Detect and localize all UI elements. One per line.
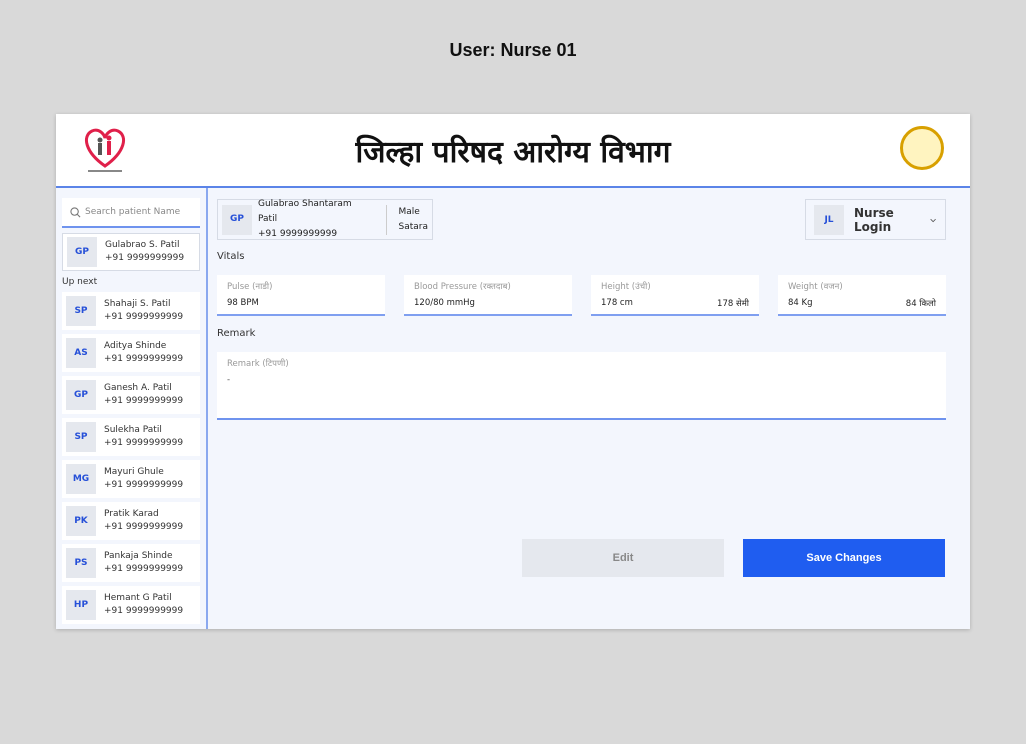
avatar: GP <box>222 204 252 235</box>
patient-name: Pratik Karad <box>104 509 159 519</box>
avatar: SP <box>66 296 96 326</box>
avatar: PS <box>66 548 96 578</box>
vital-value: 98 BPM <box>227 298 259 308</box>
patient-phone: +91 9999999999 <box>104 354 184 364</box>
current-patient-card[interactable]: GP Gulabrao S. Patil +91 9999999999 <box>62 233 200 271</box>
patient-name: Hemant G Patil <box>104 593 172 603</box>
search-input[interactable]: Search patient Name <box>62 198 200 228</box>
search-placeholder: Search patient Name <box>85 207 181 217</box>
avatar: HP <box>66 590 96 620</box>
remark-value: - <box>227 375 231 385</box>
app-window: जिल्हा परिषद आरोग्य विभाग Search patient… <box>56 114 970 629</box>
patient-gender: Male <box>398 206 420 217</box>
save-changes-button[interactable]: Save Changes <box>743 539 945 577</box>
avatar: MG <box>66 464 96 494</box>
patient-name: Pankaja Shinde <box>104 551 173 561</box>
patient-phone: +91 9999999999 <box>258 229 338 239</box>
patient-phone: +91 9999999999 <box>104 438 184 448</box>
patient-name: Mayuri Ghule <box>104 467 164 477</box>
patient-name: Aditya Shinde <box>104 341 167 351</box>
queue-patient-card[interactable]: AS Aditya Shinde +91 9999999999 <box>62 334 200 372</box>
queue-patient-card[interactable]: GP Ganesh A. Patil +91 9999999999 <box>62 376 200 414</box>
nurse-login-label: Nurse Login <box>854 205 894 234</box>
remark-heading: Remark <box>217 328 256 339</box>
queue-patient-card[interactable]: SP Shahaji S. Patil +91 9999999999 <box>62 292 200 330</box>
search-icon <box>70 206 81 217</box>
patient-name: Sulekha Patil <box>104 425 162 435</box>
patient-name: Shahaji S. Patil <box>104 299 171 309</box>
patient-phone: +91 9999999999 <box>104 564 184 574</box>
patient-location: Satara <box>398 221 429 232</box>
vitals-heading: Vitals <box>217 251 245 262</box>
patient-sidebar: Search patient Name GP Gulabrao S. Patil… <box>56 188 208 629</box>
vital-label: Height (उंची) <box>601 282 651 292</box>
patient-phone: +91 9999999999 <box>104 480 184 490</box>
vital-value: 120/80 mmHg <box>414 298 475 308</box>
vital-value: 178 cm <box>601 298 633 308</box>
vital-label: Pulse (नाडी) <box>227 282 273 292</box>
queue-patient-card[interactable]: PS Pankaja Shinde +91 9999999999 <box>62 544 200 582</box>
patient-phone: +91 9999999999 <box>104 396 184 406</box>
avatar: JL <box>814 204 844 235</box>
remark-field[interactable]: Remark (टिपणी) - <box>217 352 946 420</box>
patient-header: GP Gulabrao Shantaram Patil +91 999999999… <box>217 199 433 240</box>
user-label: User: Nurse 01 <box>449 40 577 60</box>
patient-name: Gulabrao S. Patil <box>105 240 180 250</box>
edit-button[interactable]: Edit <box>522 539 724 577</box>
divider <box>385 204 387 235</box>
vital-field[interactable]: Height (उंची) 178 cm 178 सेमी <box>591 275 759 316</box>
up-next-label: Up next <box>62 277 98 287</box>
patient-name: Ganesh A. Patil <box>104 383 172 393</box>
vital-alt-value: 84 किलो <box>905 299 936 309</box>
avatar: GP <box>66 380 96 410</box>
queue-patient-card[interactable]: PK Pratik Karad +91 9999999999 <box>62 502 200 540</box>
vital-field[interactable]: Pulse (नाडी) 98 BPM <box>217 275 385 316</box>
patient-phone: +91 9999999999 <box>104 312 184 322</box>
queue-patient-card[interactable]: HP Hemant G Patil +91 9999999999 <box>62 586 200 624</box>
vital-value: 84 Kg <box>788 298 813 308</box>
vital-field[interactable]: Blood Pressure (रक्तदाब) 120/80 mmHg <box>404 275 572 316</box>
header: जिल्हा परिषद आरोग्य विभाग <box>56 114 970 188</box>
patient-name: Gulabrao Shantaram Patil <box>258 199 352 224</box>
avatar: GP <box>67 237 97 267</box>
main-panel: GP Gulabrao Shantaram Patil +91 999999999… <box>210 188 970 629</box>
chevron-down-icon <box>930 218 936 222</box>
queue-patient-card[interactable]: MG Mayuri Ghule +91 9999999999 <box>62 460 200 498</box>
nurse-login-dropdown[interactable]: JL Nurse Login <box>805 199 946 240</box>
vital-label: Weight (वजन) <box>788 282 843 292</box>
queue-patient-card[interactable]: SP Sulekha Patil +91 9999999999 <box>62 418 200 456</box>
vital-alt-value: 178 सेमी <box>717 299 749 309</box>
page-title: जिल्हा परिषद आरोग्य विभाग <box>355 135 671 170</box>
patient-phone: +91 9999999999 <box>105 253 185 263</box>
avatar: SP <box>66 422 96 452</box>
vital-label: Blood Pressure (रक्तदाब) <box>414 282 511 292</box>
remark-label: Remark (टिपणी) <box>227 359 289 369</box>
vital-field[interactable]: Weight (वजन) 84 Kg 84 किलो <box>778 275 946 316</box>
avatar: AS <box>66 338 96 368</box>
zilla-parishad-seal <box>900 126 944 170</box>
patient-phone: +91 9999999999 <box>104 522 184 532</box>
avatar: PK <box>66 506 96 536</box>
patient-phone: +91 9999999999 <box>104 606 184 616</box>
